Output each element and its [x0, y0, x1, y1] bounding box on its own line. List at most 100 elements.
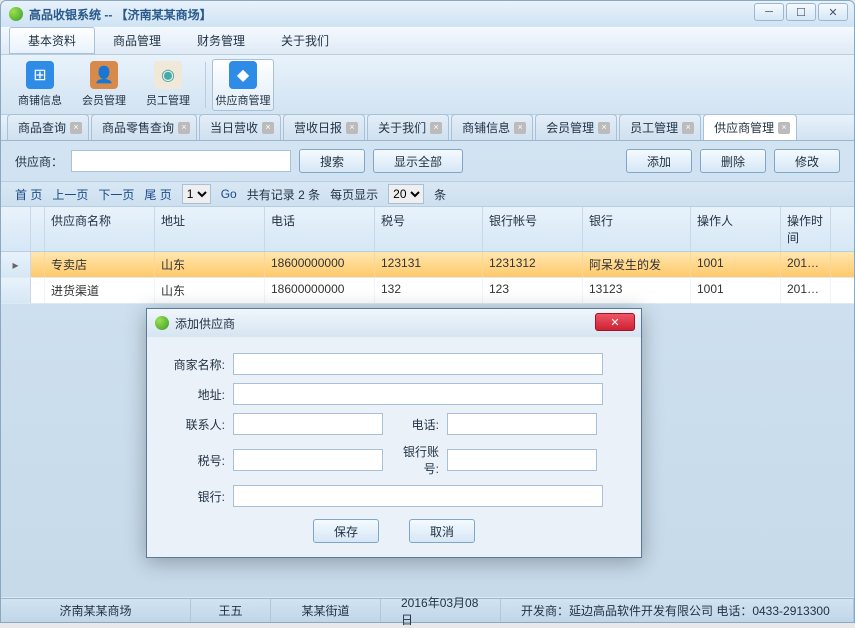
bank-input[interactable] [233, 485, 603, 507]
app-logo-icon [155, 316, 169, 330]
tab-about[interactable]: 关于我们× [367, 114, 449, 140]
member-icon: 👤 [90, 61, 118, 89]
close-icon[interactable]: × [430, 122, 442, 134]
col-bankno[interactable]: 银行帐号 [483, 207, 583, 251]
close-icon[interactable]: × [598, 122, 610, 134]
col-tel[interactable]: 电话 [265, 207, 375, 251]
dialog-body: 商家名称: 地址: 联系人: 电话: 税号: 银行账号: 银行: 保存 取消 [147, 337, 641, 557]
addr-input[interactable] [233, 383, 603, 405]
add-button[interactable]: 添加 [626, 149, 692, 173]
menubar: 基本资料 商品管理 财务管理 关于我们 [1, 27, 854, 55]
col-time[interactable]: 操作时间 [781, 207, 831, 251]
perpage-select[interactable]: 20 [388, 184, 424, 204]
tab-member[interactable]: 会员管理× [535, 114, 617, 140]
grid-icon: ⊞ [26, 61, 54, 89]
tel-label: 电话: [391, 416, 439, 433]
pager-total: 共有记录 2 条 [247, 186, 320, 203]
grid-header: 供应商名称 地址 电话 税号 银行帐号 银行 操作人 操作时间 [1, 207, 854, 252]
contact-input[interactable] [233, 413, 383, 435]
menu-product[interactable]: 商品管理 [95, 28, 179, 53]
status-dev: 开发商：延边高品软件开发有限公司 电话：0433-2913300 [501, 599, 854, 622]
tool-member[interactable]: 👤 会员管理 [73, 59, 135, 111]
tax-input[interactable] [233, 449, 383, 471]
window-title: 高品收银系统 -- 【济南某某商场】 [29, 6, 212, 23]
menu-finance[interactable]: 财务管理 [179, 28, 263, 53]
close-icon[interactable]: × [346, 122, 358, 134]
close-icon[interactable]: × [262, 122, 274, 134]
col-name[interactable]: 供应商名称 [45, 207, 155, 251]
row-indicator-icon [1, 278, 31, 303]
supplier-icon: ◆ [229, 61, 257, 89]
add-supplier-dialog: 添加供应商 ✕ 商家名称: 地址: 联系人: 电话: 税号: 银行账号: 银行: [146, 308, 642, 558]
app-logo-icon [9, 7, 23, 21]
toolbar-separator [205, 62, 206, 108]
name-label: 商家名称: [167, 356, 225, 373]
tab-today-revenue[interactable]: 当日营收× [199, 114, 281, 140]
close-icon[interactable]: × [178, 122, 190, 134]
delete-button[interactable]: 删除 [700, 149, 766, 173]
tabstrip: 商品查询× 商品零售查询× 当日营收× 营收日报× 关于我们× 商铺信息× 会员… [1, 115, 854, 141]
edit-button[interactable]: 修改 [774, 149, 840, 173]
supplier-grid: 供应商名称 地址 电话 税号 银行帐号 银行 操作人 操作时间 ▸ 专卖店 山东… [1, 207, 854, 304]
pager-next[interactable]: 下一页 [98, 186, 134, 203]
close-icon[interactable]: × [778, 122, 790, 134]
tab-staff[interactable]: 员工管理× [619, 114, 701, 140]
pager-first[interactable]: 首 页 [15, 186, 42, 203]
save-button[interactable]: 保存 [313, 519, 379, 543]
table-row[interactable]: ▸ 专卖店 山东 18600000000 123131 1231312 阿呆发生… [1, 252, 854, 278]
status-date: 2016年03月08日 [381, 599, 501, 622]
supplier-input[interactable] [71, 150, 291, 172]
pager-perpage-unit: 条 [434, 186, 446, 203]
close-icon[interactable]: × [70, 122, 82, 134]
close-icon[interactable]: × [682, 122, 694, 134]
show-all-button[interactable]: 显示全部 [373, 149, 463, 173]
titlebar[interactable]: 高品收银系统 -- 【济南某某商场】 ─ ☐ ✕ [1, 1, 854, 27]
pager: 首 页 上一页 下一页 尾 页 1 Go 共有记录 2 条 每页显示 20 条 [1, 181, 854, 207]
tel-input[interactable] [447, 413, 597, 435]
col-operator[interactable]: 操作人 [691, 207, 781, 251]
pager-go[interactable]: Go [221, 187, 237, 201]
menu-basic-info[interactable]: 基本资料 [9, 27, 95, 54]
filter-bar: 供应商： 搜索 显示全部 添加 删除 修改 [1, 141, 854, 181]
contact-label: 联系人: [167, 416, 225, 433]
pager-prev[interactable]: 上一页 [52, 186, 88, 203]
tax-label: 税号: [167, 452, 225, 469]
close-icon[interactable]: × [514, 122, 526, 134]
menu-about[interactable]: 关于我们 [263, 28, 347, 53]
cancel-button[interactable]: 取消 [409, 519, 475, 543]
tab-store-info[interactable]: 商铺信息× [451, 114, 533, 140]
tab-supplier[interactable]: 供应商管理× [703, 114, 797, 140]
bank-label: 银行: [167, 488, 225, 505]
status-store: 济南某某商场 [1, 599, 191, 622]
page-select[interactable]: 1 [182, 184, 211, 204]
row-indicator-header [1, 207, 31, 251]
bankno-input[interactable] [447, 449, 597, 471]
dialog-close-button[interactable]: ✕ [595, 313, 635, 331]
col-tax[interactable]: 税号 [375, 207, 483, 251]
col-bank[interactable]: 银行 [583, 207, 691, 251]
dialog-titlebar[interactable]: 添加供应商 ✕ [147, 309, 641, 337]
tool-supplier[interactable]: ◆ 供应商管理 [212, 59, 274, 111]
col-mark[interactable] [31, 207, 45, 251]
status-user: 王五 [191, 599, 271, 622]
table-row[interactable]: 进货渠道 山东 18600000000 132 123 13123 1001 2… [1, 278, 854, 304]
dialog-title: 添加供应商 [175, 315, 235, 332]
pager-perpage-label: 每页显示 [330, 186, 378, 203]
tab-daily-report[interactable]: 营收日报× [283, 114, 365, 140]
minimize-button[interactable]: ─ [754, 3, 784, 21]
tab-retail-query[interactable]: 商品零售查询× [91, 114, 197, 140]
row-indicator-icon: ▸ [1, 252, 31, 277]
col-addr[interactable]: 地址 [155, 207, 265, 251]
tool-store-info[interactable]: ⊞ 商铺信息 [9, 59, 71, 111]
name-input[interactable] [233, 353, 603, 375]
pager-last[interactable]: 尾 页 [144, 186, 171, 203]
close-button[interactable]: ✕ [818, 3, 848, 21]
statusbar: 济南某某商场 王五 某某街道 2016年03月08日 开发商：延边高品软件开发有… [1, 598, 854, 622]
addr-label: 地址: [167, 386, 225, 403]
status-street: 某某街道 [271, 599, 381, 622]
tool-staff[interactable]: ◉ 员工管理 [137, 59, 199, 111]
search-button[interactable]: 搜索 [299, 149, 365, 173]
supplier-label: 供应商： [15, 153, 63, 170]
maximize-button[interactable]: ☐ [786, 3, 816, 21]
tab-product-query[interactable]: 商品查询× [7, 114, 89, 140]
